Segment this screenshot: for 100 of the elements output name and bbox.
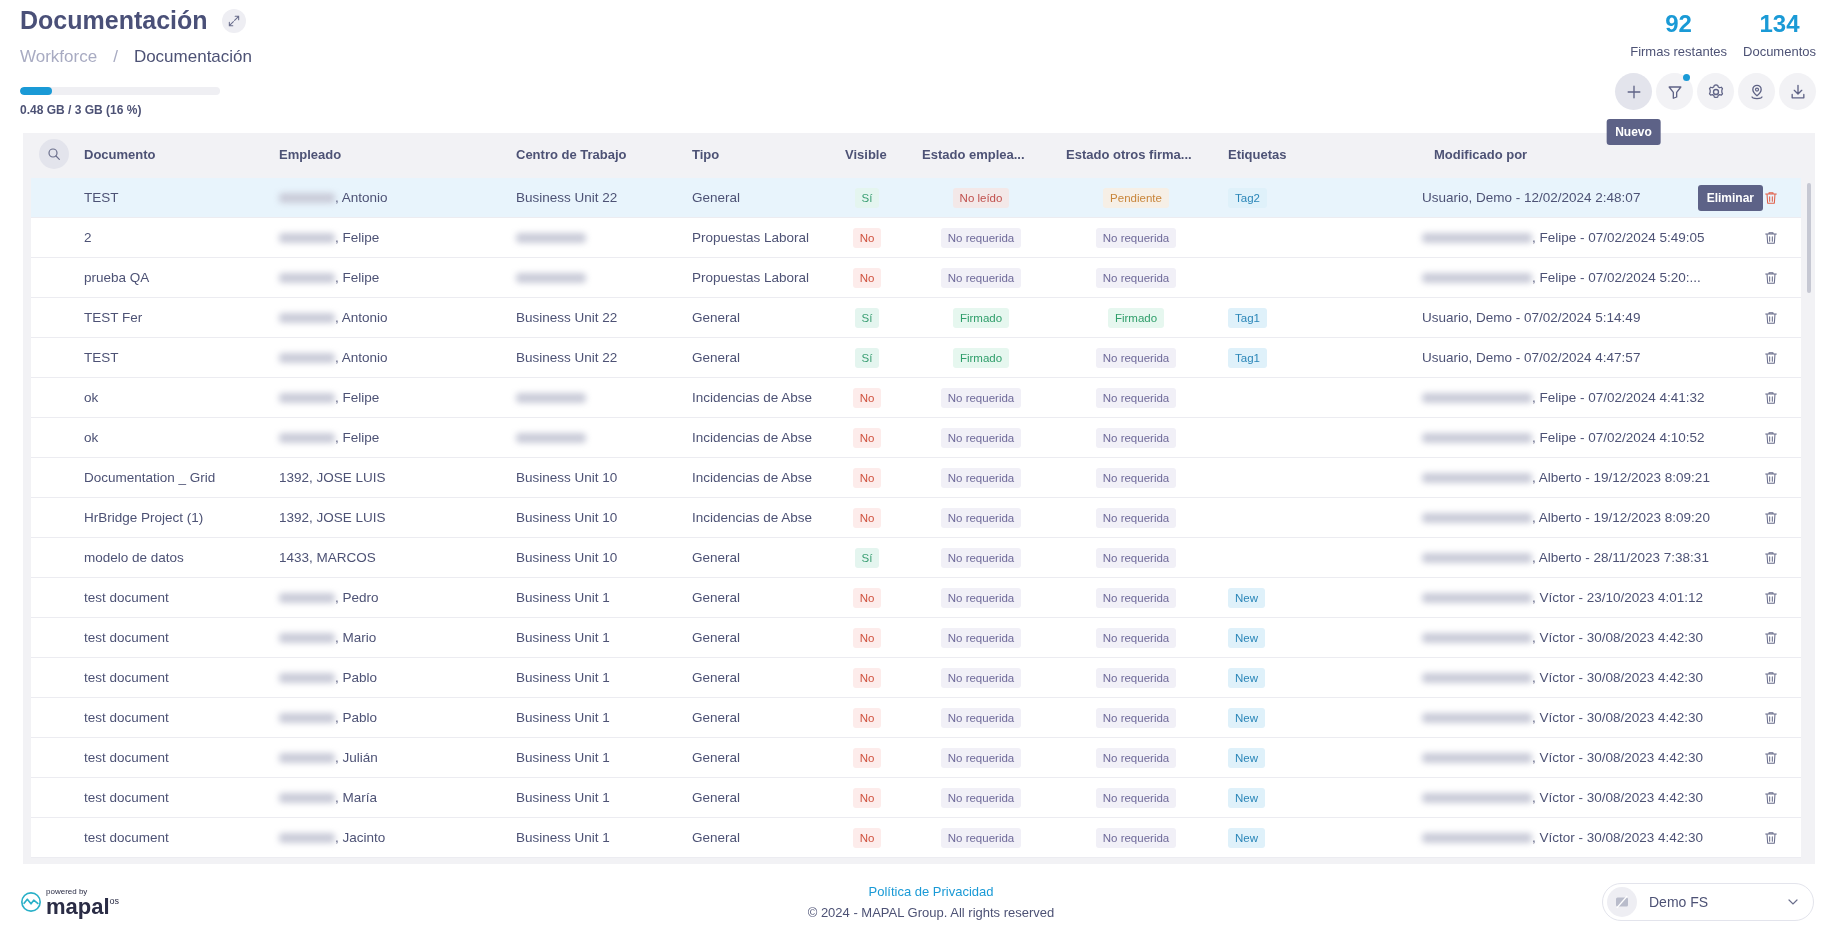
scrollbar[interactable] (1807, 183, 1811, 294)
table-row[interactable]: HrBridge Project (1) 1392, JOSE LUIS Business Unit 10 Incidencias de Abse No No requerida No requerida , Alberto - 19/12/2023 8:09:20 (31, 498, 1801, 539)
status-badge: No requerida (1095, 627, 1177, 648)
table-row[interactable]: test document , Julián Business Unit 1 General No No requerida No requerida New , Víctor - 30/08/2023 4:42:30 (31, 738, 1801, 779)
table-cell: 1392, JOSE LUIS (279, 510, 386, 526)
visibility-badge: No (852, 787, 882, 808)
column-header[interactable]: Estado otros firma... (1066, 146, 1192, 162)
trash-icon (1763, 309, 1779, 326)
table-row[interactable]: TEST , Antonio Business Unit 22 General Sí No leído Pendiente Tag2 Usuario, Demo - 12/02/2024 2:48:07 Eliminar (31, 178, 1801, 219)
status-badge: Firmado (952, 307, 1010, 328)
table-cell: , Felipe - 07/02/2024 4:41:32 (1532, 390, 1705, 406)
column-header[interactable]: Tipo (692, 146, 720, 162)
table-row[interactable]: prueba QA , Felipe Propuestas Laboral No No requerida No requerida , Felipe - 07/02/2024 5:20:... (31, 258, 1801, 299)
table-cell: General (692, 590, 741, 606)
table-cell: TEST Fer (84, 310, 143, 326)
column-header[interactable]: Modificado por (1434, 146, 1528, 162)
status-badge: No requerida (1095, 267, 1177, 288)
table-cell: , Pedro (335, 590, 379, 606)
status-badge: No requerida (940, 227, 1022, 248)
table-row[interactable]: ok , Felipe Incidencias de Abse No No requerida No requerida , Felipe - 07/02/2024 4:10:52 (31, 418, 1801, 459)
visibility-badge: No (852, 627, 882, 648)
column-header[interactable]: Visible (845, 146, 887, 162)
table-cell: , Mario (335, 630, 377, 646)
table-cell: General (692, 190, 741, 206)
tag: Tag1 (1228, 307, 1267, 328)
wave-logo-icon (20, 891, 42, 914)
copyright-text: © 2024 - MAPAL Group. All rights reserved (807, 905, 1055, 921)
column-header[interactable]: Centro de Trabajo (516, 146, 627, 162)
table-cell: Business Unit 1 (516, 750, 610, 766)
toolbar-button[interactable] (1656, 73, 1693, 110)
column-header[interactable]: Estado emplea... (922, 146, 1025, 162)
tooltip: Nuevo (1606, 119, 1661, 145)
table-cell: General (692, 350, 741, 366)
account-dropdown[interactable]: Demo FS (1602, 883, 1814, 922)
table-row[interactable]: test document , Jacinto Business Unit 1 General No No requerida No requerida New , Víctor - 30/08/2023 4:42:30 (31, 818, 1801, 859)
status-badge: Firmado (952, 347, 1010, 368)
visibility-badge: No (852, 427, 882, 448)
table-row[interactable]: ok , Felipe Incidencias de Abse No No requerida No requerida , Felipe - 07/02/2024 4:41:32 (31, 378, 1801, 419)
storage-label: 0.48 GB / 3 GB (16 %) (20, 103, 143, 117)
status-badge: No requerida (1095, 747, 1177, 768)
toolbar-button[interactable] (1697, 73, 1734, 110)
status-badge: No requerida (940, 507, 1022, 528)
table-cell: , Alberto - 19/12/2023 8:09:20 (1532, 510, 1710, 526)
table-row[interactable]: test document , Pablo Business Unit 1 General No No requerida No requerida New , Víctor - 30/08/2023 4:42:30 (31, 698, 1801, 739)
status-badge: No requerida (940, 827, 1022, 848)
table-cell: General (692, 790, 741, 806)
table-cell: Business Unit 1 (516, 790, 610, 806)
trash-icon (1763, 349, 1779, 366)
table-cell: Business Unit 22 (516, 190, 618, 206)
status-badge: No requerida (940, 667, 1022, 688)
table-cell: , Víctor - 30/08/2023 4:42:30 (1532, 630, 1704, 646)
trash-icon (1763, 509, 1779, 526)
table-cell: , Alberto - 19/12/2023 8:09:21 (1532, 470, 1710, 486)
table-cell: , Felipe - 07/02/2024 4:10:52 (1532, 430, 1705, 446)
table-row[interactable]: test document , Pablo Business Unit 1 General No No requerida No requerida New , Víctor - 30/08/2023 4:42:30 (31, 658, 1801, 699)
status-badge: No requerida (1095, 347, 1177, 368)
table-cell: 1392, JOSE LUIS (279, 470, 386, 486)
table-cell: ok (84, 430, 99, 446)
status-badge: No requerida (1095, 227, 1177, 248)
table-row[interactable]: Documentation _ Grid 1392, JOSE LUIS Business Unit 10 Incidencias de Abse No No requerida No requerida , Alberto - 19/12/2023 8:09:21 (31, 458, 1801, 499)
table-cell: , Víctor - 30/08/2023 4:42:30 (1532, 750, 1704, 766)
status-badge: No leído (952, 187, 1010, 208)
visibility-badge: No (852, 587, 882, 608)
table-cell: General (692, 550, 741, 566)
table-cell: , Julián (335, 750, 378, 766)
page-title: Documentación (20, 6, 208, 35)
table-cell: General (692, 750, 741, 766)
table-row[interactable]: TEST Fer , Antonio Business Unit 22 General Sí Firmado Firmado Tag1 Usuario, Demo - 07/02/2024 5:14:49 (31, 298, 1801, 339)
table-row[interactable]: test document , Mario Business Unit 1 General No No requerida No requerida New , Víctor - 30/08/2023 4:42:30 (31, 618, 1801, 659)
table-cell: , Felipe - 07/02/2024 5:20:... (1532, 270, 1701, 286)
expand-button[interactable] (221, 8, 246, 33)
table-row[interactable]: modelo de datos 1433, MARCOS Business Unit 10 General Sí No requerida No requerida , Alberto - 28/11/2023 7:38:31 (31, 538, 1801, 579)
expand-icon (226, 13, 241, 28)
table-row[interactable]: 2 , Felipe Propuestas Laboral No No requerida No requerida , Felipe - 07/02/2024 5:49:05 (31, 218, 1801, 259)
table-cell: Usuario, Demo - 07/02/2024 4:47:57 (1422, 350, 1641, 366)
table-row[interactable]: TEST , Antonio Business Unit 22 General Sí Firmado No requerida Tag1 Usuario, Demo - 07/02/2024 4:47:57 (31, 338, 1801, 379)
column-header[interactable]: Empleado (279, 146, 342, 162)
table-row[interactable]: test document , María Business Unit 1 General No No requerida No requerida New , Víctor - 30/08/2023 4:42:30 (31, 778, 1801, 819)
table-row[interactable]: test document , Pedro Business Unit 1 General No No requerida No requerida New , Víctor - 23/10/2023 4:01:12 (31, 578, 1801, 619)
table-cell: Business Unit 22 (516, 350, 618, 366)
breadcrumb-item: Documentación (133, 47, 252, 67)
column-header[interactable]: Etiquetas (1228, 146, 1287, 162)
table-cell: General (692, 670, 741, 686)
breadcrumb-separator: / (113, 47, 118, 67)
visibility-badge: No (852, 707, 882, 728)
toolbar-button[interactable] (1738, 73, 1775, 110)
column-header[interactable]: Documento (84, 146, 156, 162)
toolbar-button[interactable] (1779, 73, 1816, 110)
table-cell: , Pablo (335, 670, 378, 686)
visibility-badge: No (852, 387, 882, 408)
trash-icon (1763, 789, 1779, 806)
table-cell: test document (84, 670, 169, 686)
status-badge: No requerida (1095, 427, 1177, 448)
table-cell: TEST (84, 350, 119, 366)
table-cell: , Víctor - 23/10/2023 4:01:12 (1532, 590, 1704, 606)
search-button[interactable] (38, 139, 69, 170)
status-badge: No requerida (1095, 667, 1177, 688)
table-cell: Business Unit 1 (516, 670, 610, 686)
table-cell: , Jacinto (335, 830, 386, 846)
status-badge: No requerida (1095, 787, 1177, 808)
